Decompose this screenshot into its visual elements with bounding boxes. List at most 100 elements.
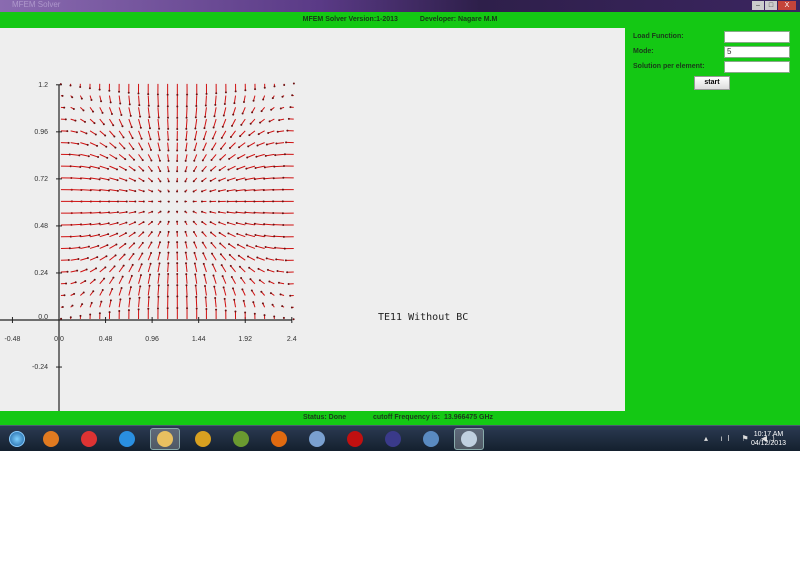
taskbar-java[interactable] [454, 428, 484, 450]
arrow-shaft [89, 130, 97, 135]
field-arrow [261, 302, 266, 308]
taskbar-eclipse[interactable] [378, 428, 408, 450]
arrow-head [266, 268, 269, 271]
field-arrow [211, 263, 217, 273]
start-button[interactable]: start [694, 76, 730, 90]
arrow-shaft [185, 130, 188, 140]
arrow-shaft [275, 153, 285, 156]
field-arrow [118, 153, 127, 161]
mode-input[interactable]: 5 [724, 46, 790, 58]
taskbar-file-explorer[interactable] [150, 428, 180, 450]
field-arrow [250, 289, 256, 296]
arrow-shaft [203, 130, 207, 140]
arrow-shaft [138, 154, 144, 161]
field-arrow [278, 118, 285, 122]
field-arrow [70, 106, 75, 110]
field-arrow [157, 273, 161, 284]
field-arrow [257, 130, 265, 136]
taskbar-paint[interactable] [302, 428, 332, 450]
field-arrow [221, 118, 227, 128]
arrow-head [137, 308, 140, 311]
close-button[interactable]: X [778, 1, 796, 10]
arrow-head [184, 190, 187, 193]
arrow-head [86, 143, 89, 146]
field-arrow [226, 200, 236, 203]
field-arrow [244, 211, 255, 214]
field-arrow [215, 83, 218, 95]
arrow-shaft [227, 211, 236, 214]
field-arrow [70, 223, 83, 226]
field-arrow [138, 130, 143, 140]
arrow-head [176, 149, 179, 152]
taskbar-matlab[interactable] [226, 428, 256, 450]
field-arrow [193, 142, 198, 152]
field-arrow [60, 282, 68, 285]
arrow-head [252, 99, 255, 102]
arrow-head [71, 96, 74, 99]
arrow-head [122, 136, 125, 139]
field-arrow [60, 305, 64, 308]
arrow-head [148, 284, 151, 287]
solution-input[interactable] [724, 61, 790, 73]
field-arrow [128, 210, 137, 214]
arrow-head [273, 315, 276, 318]
arrow-head [142, 210, 145, 213]
field-arrow [138, 107, 142, 118]
arrow-shaft [99, 278, 105, 285]
field-arrow [204, 95, 207, 107]
clock-date: 04/12/2013 [750, 440, 786, 447]
field-arrow [253, 312, 256, 320]
field-arrow [70, 292, 76, 296]
field-arrow [118, 107, 123, 116]
taskbar: ▴ ıl ⚑ ◀) 10:17 AM 04/12/2013 [0, 425, 800, 451]
field-arrow [193, 262, 198, 273]
field-arrow [263, 234, 275, 238]
arrow-head [176, 241, 179, 244]
arrow-head [194, 127, 197, 130]
taskbar-internet-explorer[interactable] [112, 428, 142, 450]
field-arrow [233, 95, 237, 105]
arrow-head [292, 82, 295, 85]
arrow-shaft [276, 258, 285, 261]
taskbar-firefox[interactable] [264, 428, 294, 450]
arrow-head [142, 180, 145, 183]
field-arrow [157, 241, 162, 249]
arrow-head [87, 245, 90, 248]
arrow-head [274, 154, 277, 157]
field-arrow [263, 83, 266, 89]
arrow-head [240, 123, 243, 126]
taskbar-chrome[interactable] [74, 428, 104, 450]
y-tick-label: 0.96 [34, 129, 48, 136]
field-arrow [233, 298, 237, 308]
clock[interactable]: 10:17 AM 04/12/2013 [751, 430, 786, 448]
arrow-head [236, 168, 239, 171]
arrow-shaft [229, 254, 236, 261]
arrow-head [263, 234, 266, 237]
start-button-orb[interactable] [4, 428, 30, 450]
arrow-shaft [227, 177, 236, 181]
load-function-input[interactable] [724, 31, 790, 43]
field-arrow [138, 118, 142, 129]
taskbar-flash[interactable] [340, 428, 370, 450]
arrow-shaft [219, 243, 227, 249]
arrow-head [108, 311, 111, 314]
field-arrow [274, 246, 285, 249]
arrow-head [223, 297, 226, 300]
taskbar-media-player[interactable] [36, 428, 66, 450]
field-arrow [70, 165, 82, 168]
field-arrow [60, 153, 71, 156]
arrow-head [250, 289, 253, 292]
arrow-shaft [237, 165, 246, 170]
arrow-head [184, 230, 187, 233]
field-arrow [176, 189, 179, 193]
arrow-head [201, 190, 204, 193]
arrow-head [176, 127, 179, 130]
taskbar-filezilla[interactable] [188, 428, 218, 450]
arrow-shaft [265, 153, 275, 157]
arrow-head [142, 221, 145, 224]
taskbar-picture-viewer[interactable] [416, 428, 446, 450]
maximize-button[interactable]: □ [765, 1, 777, 10]
field-arrow [118, 83, 121, 93]
arrow-shaft [204, 107, 207, 118]
minimize-button[interactable]: – [752, 1, 764, 10]
